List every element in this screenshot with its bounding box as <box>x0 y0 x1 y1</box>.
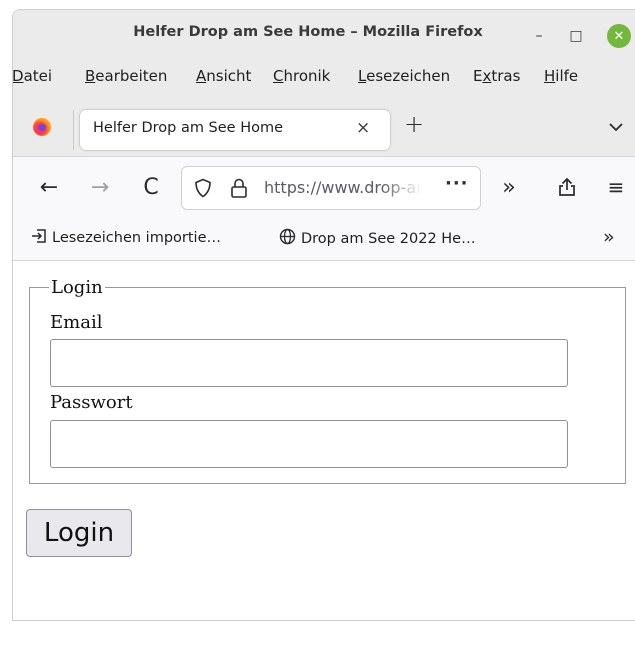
chevron-down-icon[interactable] <box>606 117 626 137</box>
tab-helfer-drop-am-see[interactable]: Helfer Drop am See Home × <box>80 110 390 150</box>
url-bar[interactable]: https://www.drop-am ··· <box>181 166 481 210</box>
new-tab-button[interactable]: + <box>404 110 424 138</box>
navigation-toolbar: ← → C https://www.drop-am ··· » ≡ <box>13 156 635 218</box>
menu-label: hronik <box>283 67 331 85</box>
tab-divider <box>73 110 74 150</box>
hamburger-menu-button[interactable]: ≡ <box>601 172 631 202</box>
page-actions-button[interactable]: ··· <box>445 173 469 194</box>
tab-strip: Helfer Drop am See Home × + <box>13 98 635 156</box>
menu-mnemonic: L <box>358 67 367 85</box>
menu-lesezeichen[interactable]: Lesezeichen <box>358 67 450 85</box>
page-content: Login Email Passwort Login <box>13 261 635 620</box>
menu-ansicht[interactable]: Ansicht <box>196 67 251 85</box>
password-label: Passwort <box>50 392 133 413</box>
tab-close-icon[interactable]: × <box>356 118 370 138</box>
bookmarks-overflow-button[interactable]: » <box>603 226 615 248</box>
menu-mnemonic: H <box>544 67 556 85</box>
menu-bearbeiten[interactable]: Bearbeiten <box>85 67 167 85</box>
title-bar[interactable]: Helfer Drop am See Home – Mozilla Firefo… <box>13 10 635 62</box>
minimize-button[interactable]: – <box>528 25 550 47</box>
close-window-button[interactable]: ✕ <box>607 24 631 48</box>
url-fade <box>382 167 432 209</box>
menu-label: atei <box>23 67 53 85</box>
menu-mnemonic: C <box>273 67 284 85</box>
menu-chronik[interactable]: Chronik <box>273 67 330 85</box>
browser-window: Helfer Drop am See Home – Mozilla Firefo… <box>12 9 635 621</box>
desktop-edge <box>0 0 12 661</box>
import-icon <box>31 228 47 248</box>
menu-mnemonic: B <box>85 67 96 85</box>
lock-icon[interactable] <box>230 177 248 199</box>
globe-icon <box>279 228 296 249</box>
reload-button[interactable]: C <box>136 172 166 202</box>
bookmark-import[interactable]: Lesezeichen importie… <box>31 228 221 248</box>
menu-mnemonic: A <box>196 67 207 85</box>
menu-mnemonic: D <box>12 67 24 85</box>
menu-label: earbeiten <box>95 67 168 85</box>
back-button[interactable]: ← <box>34 172 64 202</box>
bookmark-label: Drop am See 2022 He… <box>301 230 476 247</box>
share-icon[interactable] <box>552 172 582 202</box>
bookmarks-toolbar: Lesezeichen importie… Drop am See 2022 H… <box>13 218 635 261</box>
login-button[interactable]: Login <box>26 509 132 557</box>
window-title: Helfer Drop am See Home – Mozilla Firefo… <box>133 24 483 40</box>
forward-button[interactable]: → <box>85 172 115 202</box>
bookmark-drop-am-see[interactable]: Drop am See 2022 He… <box>279 228 476 249</box>
menu-extras[interactable]: Extras <box>473 67 520 85</box>
maximize-button[interactable]: □ <box>565 25 587 47</box>
menu-label: esezeichen <box>366 67 451 85</box>
menu-label: tras <box>491 67 521 85</box>
firefox-logo-icon[interactable] <box>33 118 51 136</box>
password-field[interactable] <box>50 420 568 468</box>
menu-datei[interactable]: Datei <box>12 67 53 85</box>
menu-label: ilfe <box>555 67 579 85</box>
toolbar-overflow-button[interactable]: » <box>494 172 524 202</box>
shield-icon[interactable] <box>194 178 212 198</box>
tab-label: Helfer Drop am See Home <box>93 120 284 136</box>
email-label: Email <box>50 312 103 333</box>
menu-hilfe[interactable]: Hilfe <box>544 67 578 85</box>
menu-label: nsicht <box>206 67 252 85</box>
bookmark-label: Lesezeichen importie… <box>52 230 221 246</box>
email-field[interactable] <box>50 339 568 387</box>
login-legend: Login <box>49 277 105 298</box>
